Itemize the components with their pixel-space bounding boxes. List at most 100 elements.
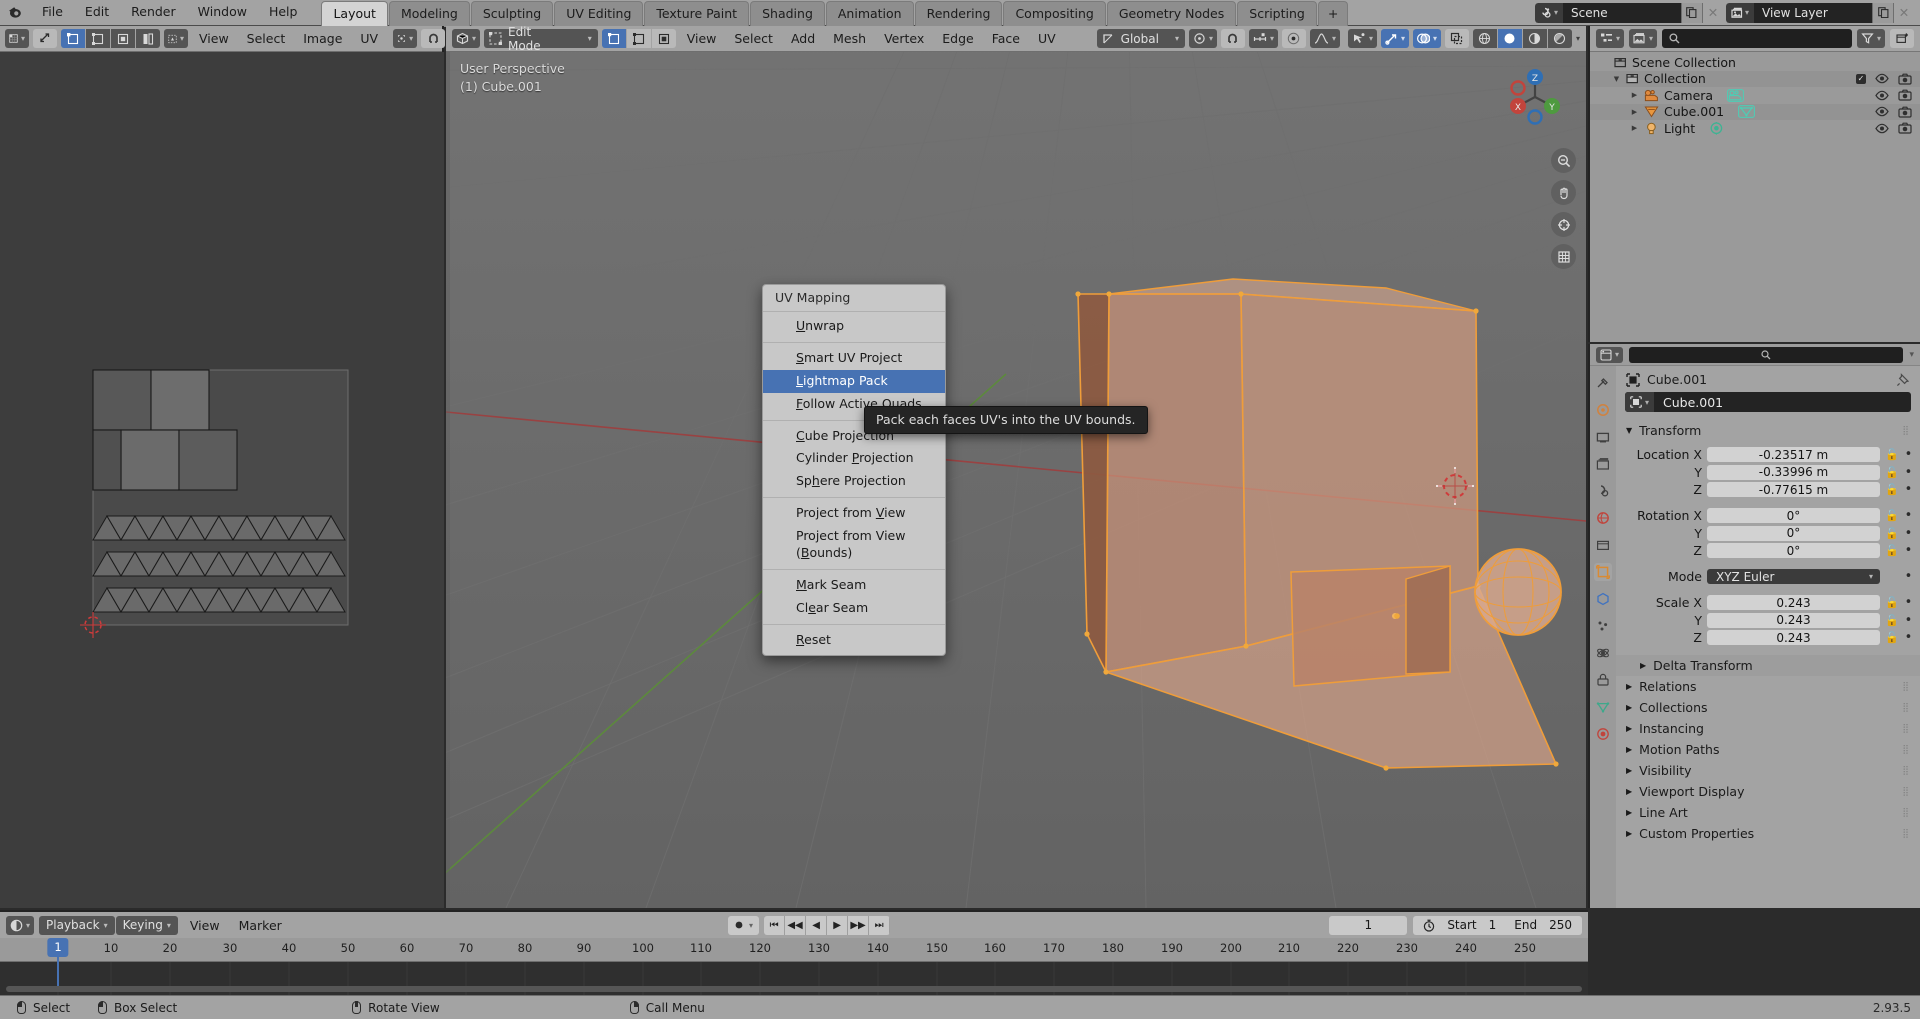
expand-arrow[interactable]: ▶	[1630, 124, 1639, 132]
jump-start-icon[interactable]: ⏮	[764, 915, 786, 935]
snap-magnet-icon[interactable]	[421, 29, 446, 48]
timeline-editor-icon[interactable]: ▾	[6, 915, 35, 935]
panel-motion-paths[interactable]: ▶ Motion Paths ⣿	[1616, 739, 1920, 760]
menu-file[interactable]: File	[32, 3, 73, 22]
tab-render-icon[interactable]	[1594, 401, 1612, 419]
tab-geometry-nodes[interactable]: Geometry Nodes	[1106, 1, 1237, 27]
zoom-icon[interactable]	[1551, 148, 1576, 173]
tab-shading[interactable]: Shading	[750, 1, 825, 27]
tab-layout[interactable]: Layout	[321, 1, 388, 27]
lock-icon[interactable]: 🔓	[1885, 614, 1899, 627]
drag-dots-icon[interactable]: ⣿	[1902, 787, 1910, 797]
new-collection-icon[interactable]	[1890, 29, 1914, 48]
view-layer-selector[interactable]: ▾ View Layer ✕	[1725, 2, 1914, 23]
timeline-horizontal-scrollbar[interactable]	[6, 986, 1582, 992]
tab-collection-properties-icon[interactable]	[1594, 536, 1612, 554]
lock-icon[interactable]: 🔓	[1885, 466, 1899, 479]
menu-help[interactable]: Help	[259, 3, 308, 22]
tab-modeling[interactable]: Modeling	[388, 1, 470, 27]
material-shading-icon[interactable]	[1522, 29, 1547, 48]
eye-icon[interactable]	[1875, 106, 1889, 117]
panel-relations[interactable]: ▶ Relations ⣿	[1616, 676, 1920, 697]
animate-dot[interactable]: •	[1903, 509, 1914, 522]
pin-icon[interactable]	[1896, 372, 1910, 387]
expand-arrow[interactable]: ▶	[1630, 91, 1639, 99]
filter-id-icon[interactable]: ▾	[1629, 29, 1658, 48]
scale-z-input[interactable]: 0.243	[1707, 630, 1880, 645]
panel-delta-transform[interactable]: ▶ Delta Transform	[1616, 655, 1920, 676]
location-z-input[interactable]: -0.77615 m	[1707, 482, 1880, 497]
tab-world-icon[interactable]	[1594, 509, 1612, 527]
animate-dot[interactable]: •	[1903, 544, 1914, 557]
island-select-icon[interactable]	[136, 29, 160, 48]
object-name-field[interactable]: ▾ Cube.001	[1625, 392, 1911, 412]
outliner-row-camera[interactable]: ▶ Camera	[1590, 87, 1920, 104]
tab-sculpting[interactable]: Sculpting	[470, 1, 554, 27]
navigation-gizmo[interactable]: Z Y X	[1502, 64, 1568, 130]
collection-enabled-checkbox[interactable]: ✓	[1856, 73, 1866, 84]
viewport-menu-view[interactable]: View	[680, 29, 724, 48]
move-hand-icon[interactable]	[1551, 180, 1576, 205]
light-data-icon[interactable]	[1709, 121, 1724, 135]
prev-keyframe-icon[interactable]: ◀◀	[785, 915, 807, 935]
scene-name[interactable]: Scene	[1562, 2, 1681, 23]
unlink-scene-button[interactable]: ✕	[1701, 2, 1723, 23]
tab-compositing[interactable]: Compositing	[1003, 1, 1106, 27]
lock-icon[interactable]: 🔓	[1885, 527, 1899, 540]
view-layer-icon[interactable]: ▾	[1725, 2, 1754, 23]
rotation-z-input[interactable]: 0°	[1707, 543, 1880, 558]
properties-search-input[interactable]	[1629, 346, 1904, 363]
menu-edit[interactable]: Edit	[75, 3, 119, 22]
uv-mapping-context-menu[interactable]: UV Mapping Unwrap Smart UV Project Light…	[762, 284, 946, 657]
tab-uv-editing[interactable]: UV Editing	[554, 1, 644, 27]
tab-animation[interactable]: Animation	[825, 1, 914, 27]
mesh-data-icon[interactable]	[1738, 105, 1756, 119]
tab-view-layer-icon[interactable]	[1594, 455, 1612, 473]
uv-menu-uv[interactable]: UV	[353, 29, 385, 48]
lock-icon[interactable]: 🔓	[1885, 544, 1899, 557]
viewport-menu-face[interactable]: Face	[985, 29, 1027, 48]
panel-custom-properties[interactable]: ▶ Custom Properties ⣿	[1616, 823, 1920, 844]
menu-item-clear-seam[interactable]: Clear Seam	[763, 597, 945, 620]
eye-icon[interactable]	[1875, 90, 1889, 101]
blender-logo-icon[interactable]	[0, 0, 30, 25]
eye-icon[interactable]	[1875, 73, 1889, 84]
viewport-menu-select[interactable]: Select	[727, 29, 780, 48]
expand-arrow[interactable]: ▼	[1612, 75, 1621, 83]
uv-menu-view[interactable]: View	[192, 29, 236, 48]
menu-item-lightmap-pack[interactable]: Lightmap Pack	[763, 369, 945, 393]
animate-dot[interactable]: •	[1903, 614, 1914, 627]
camera-icon[interactable]	[1898, 122, 1912, 134]
mode-selector[interactable]: Edit Mode ▾	[484, 26, 598, 53]
lock-icon[interactable]: 🔓	[1885, 448, 1899, 461]
lock-icon[interactable]: 🔓	[1885, 631, 1899, 644]
tab-tool-icon[interactable]	[1594, 374, 1612, 392]
animate-dot[interactable]: •	[1903, 466, 1914, 479]
drag-dots-icon[interactable]: ⣿	[1902, 703, 1910, 713]
tab-object-icon[interactable]	[1594, 563, 1612, 581]
drag-dots-icon[interactable]: ⣿	[1902, 766, 1910, 776]
timeline-menu-marker[interactable]: Marker	[232, 916, 289, 935]
edge-select-icon[interactable]	[626, 29, 651, 48]
ortho-persp-icon[interactable]	[1551, 244, 1576, 269]
uv-menu-select[interactable]: Select	[240, 29, 293, 48]
falloff-curve-icon[interactable]: ▾	[1309, 29, 1340, 48]
scale-x-input[interactable]: 0.243	[1707, 595, 1880, 610]
start-value[interactable]: 1	[1489, 918, 1497, 932]
new-view-layer-button[interactable]	[1872, 2, 1893, 23]
scale-y-input[interactable]: 0.243	[1707, 612, 1880, 628]
auto-keying-toggle[interactable]: ▾	[728, 915, 760, 935]
outliner-display-icon[interactable]: ▾	[1596, 29, 1625, 48]
panel-collections[interactable]: ▶ Collections ⣿	[1616, 697, 1920, 718]
animate-dot[interactable]: •	[1903, 448, 1914, 461]
uv-sync-icon[interactable]	[33, 29, 57, 48]
unlink-view-layer-button[interactable]: ✕	[1893, 2, 1914, 23]
expand-arrow[interactable]: ▶	[1630, 108, 1639, 116]
view-layer-name[interactable]: View Layer	[1754, 2, 1872, 23]
rendered-shading-icon[interactable]	[1547, 29, 1572, 48]
camera-icon[interactable]	[1898, 106, 1912, 118]
snap-magnet-icon[interactable]	[1220, 29, 1245, 48]
rotation-x-input[interactable]: 0°	[1707, 508, 1880, 523]
lock-icon[interactable]: 🔓	[1885, 483, 1899, 496]
3d-viewport-icon[interactable]: ▾	[452, 29, 480, 48]
